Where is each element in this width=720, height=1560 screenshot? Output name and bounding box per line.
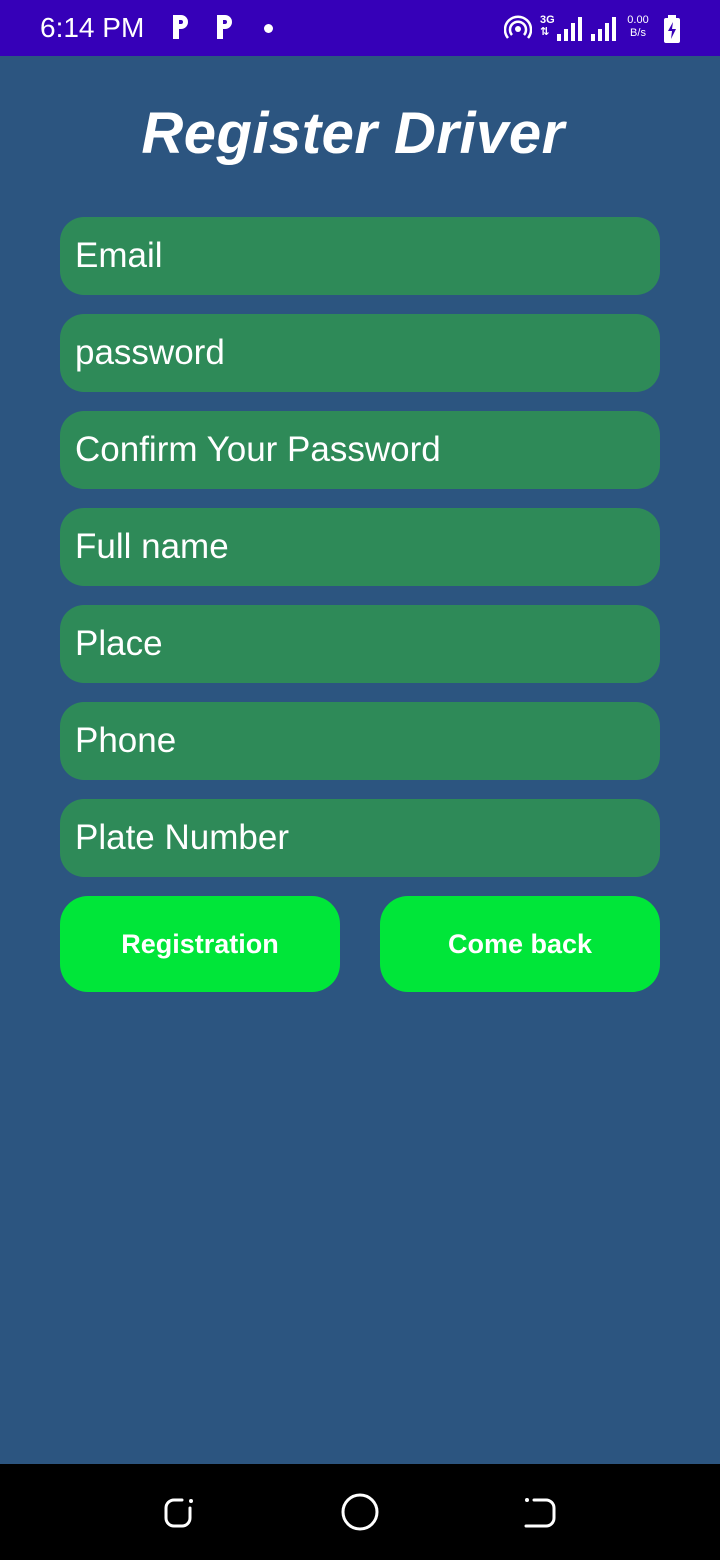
- p-app-icon: [217, 15, 232, 39]
- recent-apps-icon[interactable]: [160, 1492, 200, 1532]
- full-name-field[interactable]: [60, 508, 660, 586]
- password-field[interactable]: [60, 314, 660, 392]
- confirm-password-input[interactable]: [75, 430, 660, 470]
- notification-dot-icon: [264, 24, 273, 33]
- network-type-label: 3G: [540, 14, 555, 26]
- come-back-button[interactable]: Come back: [380, 896, 660, 992]
- status-bar: 6:14 PM 3G ⇅ 0.00 B/s: [0, 0, 720, 56]
- password-input[interactable]: [75, 333, 660, 373]
- phone-input[interactable]: [75, 721, 660, 761]
- status-time: 6:14 PM: [40, 12, 145, 43]
- network-type: 3G ⇅: [540, 14, 555, 38]
- hotspot-icon: [504, 15, 532, 39]
- full-name-input[interactable]: [75, 527, 660, 567]
- network-activity-icon: ⇅: [540, 26, 550, 38]
- network-speed: 0.00 B/s: [624, 14, 652, 40]
- network-speed-unit: B/s: [630, 27, 646, 39]
- place-field[interactable]: [60, 605, 660, 683]
- email-field[interactable]: [60, 217, 660, 295]
- signal-strength-icon: [557, 17, 582, 41]
- email-input[interactable]: [75, 236, 660, 276]
- signal-strength-icon: [591, 17, 616, 41]
- back-icon[interactable]: [520, 1492, 560, 1532]
- confirm-password-field[interactable]: [60, 411, 660, 489]
- place-input[interactable]: [75, 624, 660, 664]
- plate-number-input[interactable]: [75, 818, 660, 858]
- home-icon[interactable]: [340, 1492, 380, 1532]
- network-speed-value: 0.00: [627, 14, 649, 26]
- phone-field[interactable]: [60, 702, 660, 780]
- battery-charging-icon: [664, 15, 680, 43]
- plate-number-field[interactable]: [60, 799, 660, 877]
- navigation-bar: [0, 1464, 720, 1560]
- p-app-icon: [173, 15, 188, 39]
- page-title: Register Driver: [141, 101, 565, 166]
- registration-button[interactable]: Registration: [60, 896, 340, 992]
